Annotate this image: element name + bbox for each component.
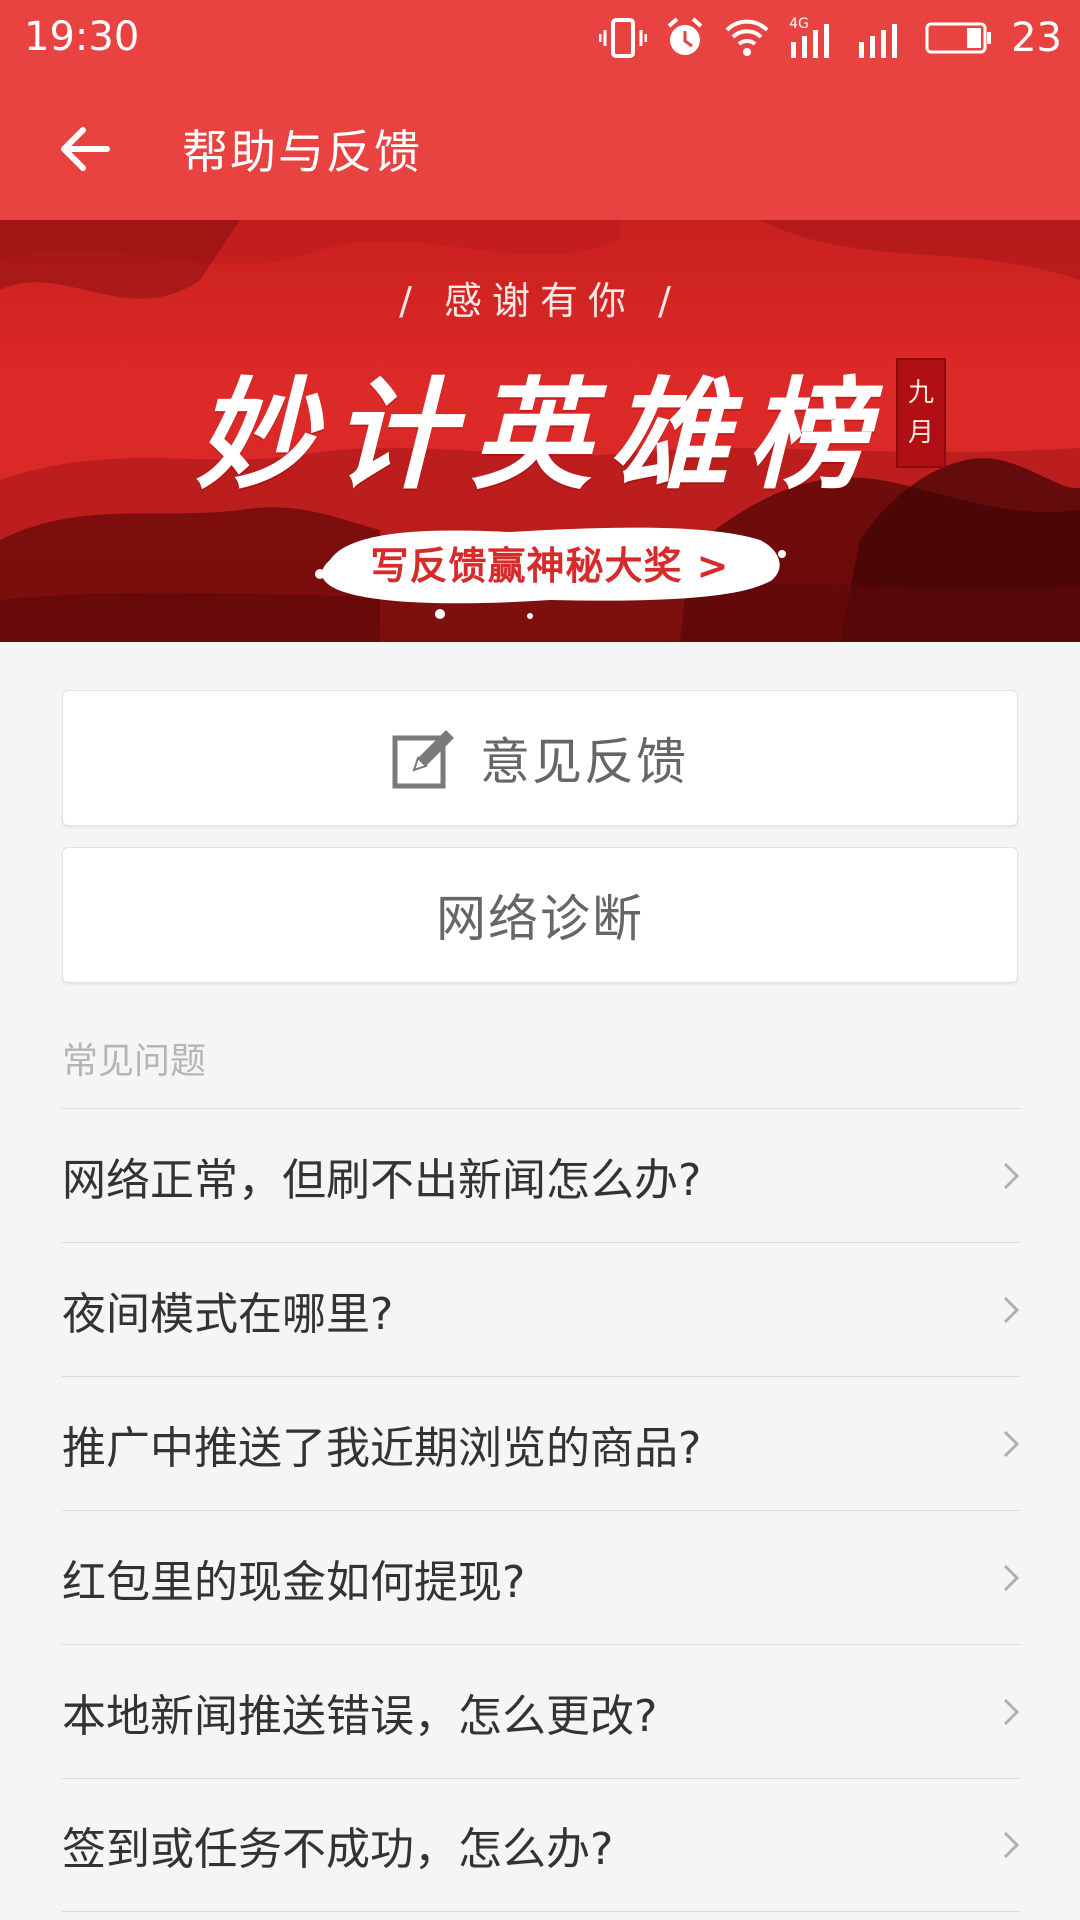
chevron-right-icon [1003,1564,1020,1591]
battery-percent: 23 [1011,15,1062,61]
faq-item-label: 夜间模式在哪里? [62,1288,394,1340]
faq-item-label: 红包里的现金如何提现? [62,1556,526,1608]
app-bar: 帮助与反馈 [0,76,1080,220]
signal-icon-2 [859,24,898,58]
network-diagnosis-label: 网络诊断 [436,890,644,948]
faq-list: 网络正常，但刷不出新闻怎么办? 夜间模式在哪里? 推广中推送了我近期浏览的商品?… [62,1108,1020,1912]
faq-item[interactable]: 网络正常，但刷不出新闻怎么办? [62,1108,1020,1242]
promo-banner[interactable]: / 感谢有你 / 妙计英雄榜 九 月 写反馈赢神秘大奖 > [0,220,1080,642]
arrow-left-icon [61,127,110,171]
chevron-right-icon [1003,1831,1020,1859]
seal-text-2: 月 [907,418,934,448]
feedback-button[interactable]: 意见反馈 [62,690,1018,826]
wifi-icon [725,19,769,56]
chevron-right-icon [1003,1698,1020,1725]
status-icons: 4G 23 [599,12,1062,64]
cell-signal-4g: 4G [789,16,839,60]
status-bar: 19:30 4G 23 [0,0,1080,76]
signal-icon [791,24,830,58]
back-button[interactable] [40,114,130,184]
page-title: 帮助与反馈 [182,125,422,179]
faq-item[interactable]: 本地新闻推送错误，怎么更改? [62,1644,1020,1778]
edit-icon [392,726,458,790]
faq-item[interactable]: 签到或任务不成功，怎么办? [62,1778,1020,1912]
chevron-right-icon [1003,1430,1020,1457]
banner-cta-button[interactable]: 写反馈赢神秘大奖 > [315,524,786,619]
alarm-icon [667,17,703,55]
banner-subtitle: / 感谢有你 / [399,279,681,323]
top-bar: 19:30 4G 23 帮助与反馈 [0,0,1080,220]
faq-item-label: 推广中推送了我近期浏览的商品? [62,1422,702,1474]
seal-text-1: 九 [907,378,934,408]
faq-item-label: 网络正常，但刷不出新闻怎么办? [62,1154,702,1206]
faq-section-header: 常见问题 [62,1041,207,1082]
faq-item-label: 签到或任务不成功，怎么办? [62,1824,614,1875]
battery-icon [925,22,992,54]
status-time: 19:30 [24,14,140,60]
faq-item[interactable]: 推广中推送了我近期浏览的商品? [62,1376,1020,1510]
vibrate-icon [599,18,648,58]
faq-item[interactable]: 夜间模式在哪里? [62,1242,1020,1376]
banner-cta-label: 写反馈赢神秘大奖 > [370,543,730,588]
chevron-right-icon [1003,1296,1020,1323]
feedback-button-label: 意见反馈 [480,733,688,791]
faq-item[interactable]: 红包里的现金如何提现? [62,1510,1020,1644]
chevron-right-icon [1003,1162,1020,1189]
faq-item-label: 本地新闻推送错误，怎么更改? [62,1690,658,1742]
network-diagnosis-button[interactable]: 网络诊断 [62,847,1018,983]
banner-seal: 九 月 [896,358,946,468]
